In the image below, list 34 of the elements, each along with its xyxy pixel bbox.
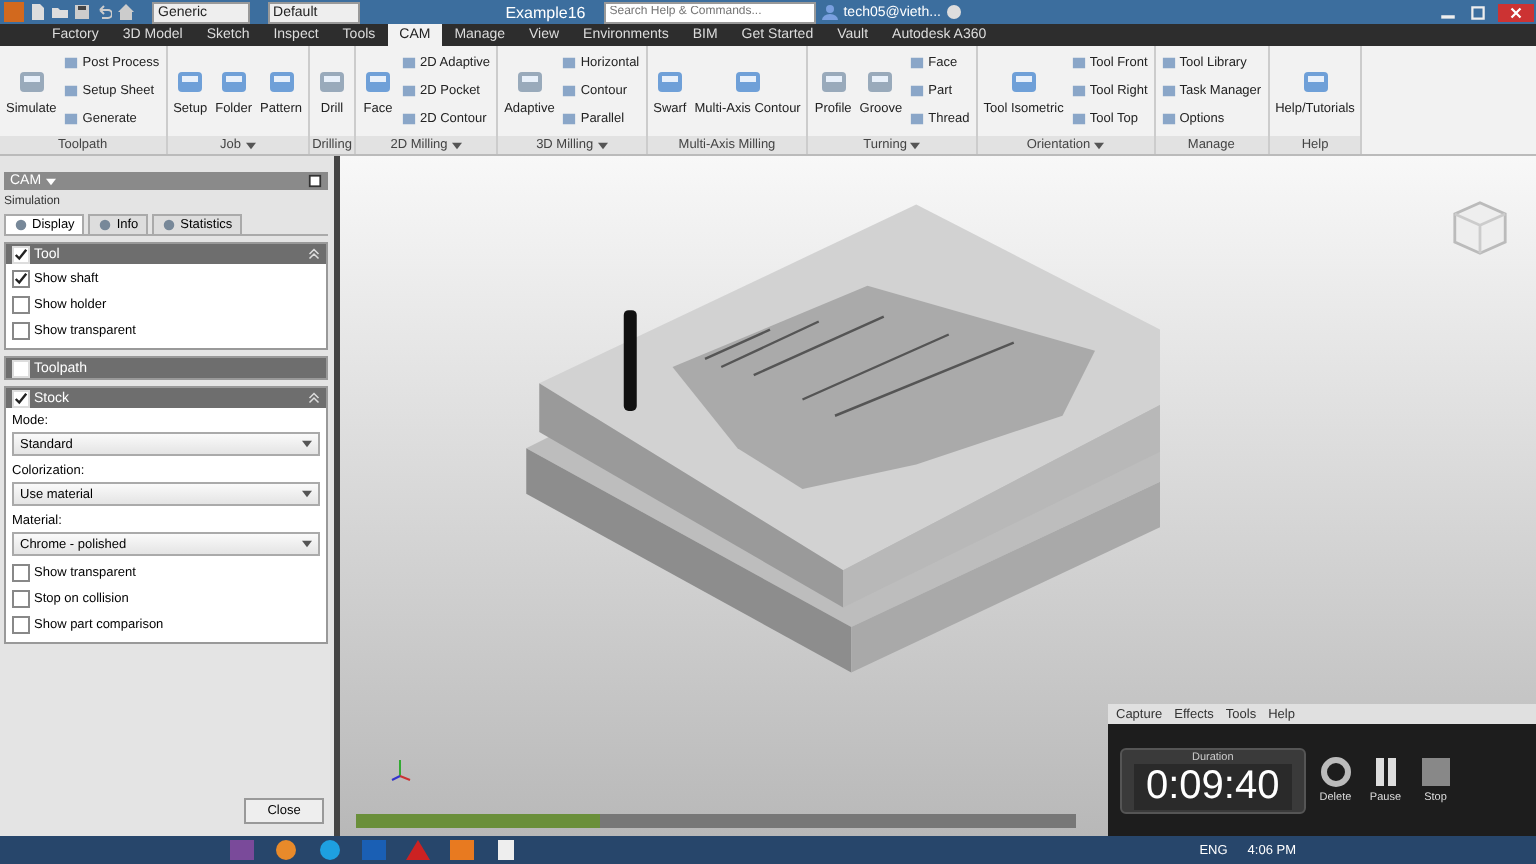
caret-icon [245,141,256,149]
caret-icon [302,490,312,498]
checkbox[interactable] [12,590,30,608]
maximize-icon[interactable] [1466,3,1490,21]
checkbox[interactable] [12,322,30,340]
collapse-icon[interactable] [308,392,320,404]
collapse-icon[interactable] [308,248,320,260]
new-file-icon[interactable] [30,4,46,20]
caret-icon [1094,141,1105,149]
caret-icon [597,141,608,149]
checkbox[interactable] [12,564,30,582]
checkbox[interactable] [12,616,30,634]
section-checkbox[interactable] [12,245,30,263]
checkbox[interactable] [12,270,30,288]
home-icon[interactable] [118,4,134,20]
caret-icon [451,141,462,149]
window-title: Example16 [505,3,586,21]
duration-time: 0:09:40 [1134,763,1292,809]
caret-icon [45,177,56,185]
caret-icon [302,440,312,448]
folder-icon[interactable] [52,4,68,20]
pin-icon[interactable] [308,174,322,188]
user-icon[interactable] [821,4,838,20]
checkmark-icon [14,391,28,405]
stop-icon [1419,756,1452,788]
document-icon[interactable] [494,840,518,860]
axis-triad-icon[interactable] [388,756,412,784]
save-icon[interactable] [74,4,90,20]
close-icon[interactable] [1496,3,1536,21]
caret-icon [302,540,312,548]
checkbox[interactable] [12,296,30,314]
caret-icon [910,141,921,149]
undo-icon[interactable] [96,4,112,20]
section-checkbox[interactable] [12,389,30,407]
